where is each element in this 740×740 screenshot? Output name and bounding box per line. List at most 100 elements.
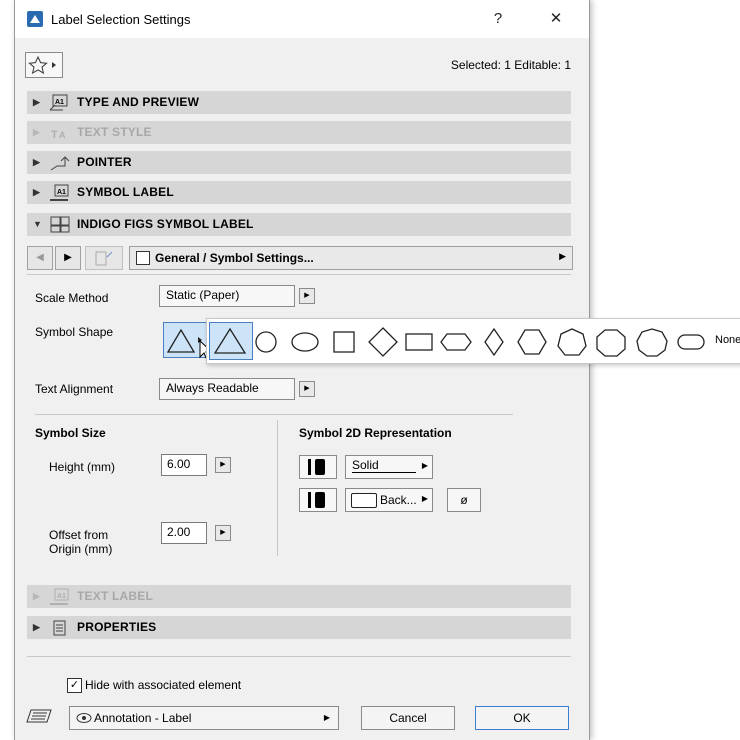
background-select[interactable]: Back... ▶ [345,488,433,512]
offset-label-line1: Offset from [49,528,109,542]
checkmark-icon: ✓ [69,679,80,691]
shape-options [213,327,705,357]
favorites-button[interactable] [25,52,63,78]
fill-type-select[interactable]: Solid ▶ [345,455,433,479]
panel-indigo-figs-symbol-label[interactable]: ▼ INDIGO FIGS SYMBOL LABEL [27,213,571,236]
hexagon-flat-option-icon [440,333,472,351]
height-menu-button[interactable]: ▶ [215,457,231,473]
nonagon-option-icon [636,328,668,357]
offset-value: 2.00 [167,525,191,539]
scale-method-menu-button[interactable]: ▶ [299,288,315,304]
panel-label: INDIGO FIGS SYMBOL LABEL [77,217,254,231]
none-option[interactable]: None [715,334,740,346]
hide-checkbox[interactable]: ✓ [67,678,82,693]
svg-text:A: A [59,130,66,140]
symbol-label-icon: A1 [50,184,69,201]
background-value: Back... [380,493,417,507]
panel-label: SYMBOL LABEL [77,185,174,199]
expand-arrow-icon: ▶ [33,187,40,197]
page-export-icon [95,251,113,266]
panel-properties[interactable]: ▶ PROPERTIES [27,616,571,639]
expand-arrow-icon: ▶ [33,127,40,137]
panel-text-style: ▶ TA TEXT STYLE [27,121,571,144]
star-icon [28,55,56,75]
dropdown-arrow-icon: ▶ [559,251,566,261]
svg-text:T: T [51,129,58,141]
ellipse-option-icon [291,332,319,352]
collapse-arrow-icon: ▼ [33,219,42,229]
background-pen-button[interactable] [299,488,337,512]
text-alignment-label: Text Alignment [35,382,114,396]
arrow-left-icon: ◀ [36,252,44,263]
background-swatch-icon [315,492,325,508]
page-selector[interactable]: General / Symbol Settings... ▶ [129,246,573,270]
layer-value: Annotation - Label [94,711,192,725]
properties-icon [53,620,66,636]
fill-type-value: Solid [352,458,379,472]
circle-option-icon [255,331,277,353]
none-icon: ø [460,493,468,507]
next-page-button[interactable]: ▶ [55,246,81,270]
panel-label: PROPERTIES [77,620,157,634]
expand-arrow-icon: ▶ [33,157,40,167]
fill-pen-button[interactable] [299,455,337,479]
panel-label: TYPE AND PREVIEW [77,95,200,109]
svg-text:A1: A1 [57,189,66,196]
page-settings-button[interactable] [85,246,123,270]
divider [27,274,571,275]
panel-symbol-label[interactable]: ▶ A1 SYMBOL LABEL [27,181,571,204]
layer-select[interactable]: Annotation - Label ▶ [69,706,339,730]
ok-button[interactable]: OK [475,706,569,730]
fill-swatch-icon [315,459,325,475]
panel-type-and-preview[interactable]: ▶ A1 TYPE AND PREVIEW [27,91,571,114]
type-preview-icon: A1 [49,94,68,111]
expand-arrow-icon: ▶ [33,591,40,601]
scale-method-select[interactable]: Static (Paper) [159,285,295,307]
heptagon-option-icon [557,328,587,356]
cancel-button[interactable]: Cancel [361,706,455,730]
hide-checkbox-label: Hide with associated element [85,678,242,692]
svg-text:A1: A1 [57,593,66,600]
text-alignment-value: Always Readable [166,381,259,395]
offset-label-line2: Origin (mm) [49,542,113,556]
title-bar: Label Selection Settings ? ✕ [15,0,589,38]
rounded-rectangle-option-icon [677,334,705,350]
eye-icon [76,713,92,723]
help-button[interactable]: ? [475,6,521,32]
arrow-right-icon: ▶ [64,252,72,263]
height-label: Height (mm) [49,460,116,474]
panel-pointer[interactable]: ▶ POINTER [27,151,571,174]
vertical-divider [277,420,278,556]
symbol-shape-label: Symbol Shape [35,325,114,339]
dropdown-arrow-icon: ▶ [421,494,428,503]
scale-method-label: Scale Method [35,291,109,305]
indigo-figs-icon [50,216,70,233]
height-input[interactable]: 6.00 [161,454,207,476]
scale-method-value: Static (Paper) [166,288,240,302]
diamond-option-icon [368,327,398,357]
app-icon [27,11,43,27]
symbol-size-heading: Symbol Size [35,426,106,440]
page-label: General / Symbol Settings... [155,251,314,265]
page-checkbox[interactable] [136,251,150,265]
svg-text:A1: A1 [55,99,64,106]
dropdown-arrow-icon: ▶ [421,461,428,470]
expand-arrow-icon: ▶ [33,622,40,632]
text-alignment-menu-button[interactable]: ▶ [299,381,315,397]
pointer-icon [50,156,70,171]
text-alignment-select[interactable]: Always Readable [159,378,295,400]
background-color-swatch [351,493,377,508]
no-background-button[interactable]: ø [447,488,481,512]
close-button[interactable]: ✕ [533,6,579,32]
square-option-icon [333,331,355,353]
divider [35,414,513,415]
hexagon-option-icon [517,329,547,355]
selection-info: Selected: 1 Editable: 1 [450,58,571,72]
triangle-option-icon [213,327,247,354]
panel-text-label: ▶ A1 TEXT LABEL [27,585,571,608]
offset-menu-button[interactable]: ▶ [215,525,231,541]
representation-heading: Symbol 2D Representation [299,426,452,440]
prev-page-button[interactable]: ◀ [27,246,53,270]
offset-input[interactable]: 2.00 [161,522,207,544]
text-style-icon: TA [51,129,66,141]
